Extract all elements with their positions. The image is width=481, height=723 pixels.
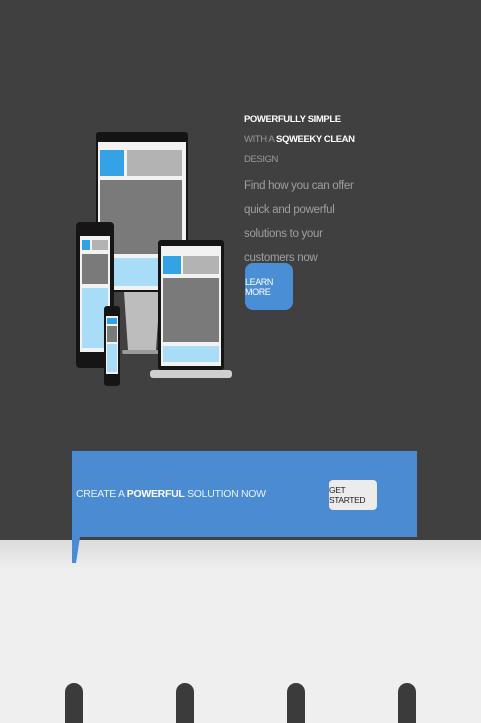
- get-started-button[interactable]: GET STARTED: [329, 480, 377, 510]
- learn-more-button[interactable]: LEARN MORE: [245, 263, 293, 310]
- cta-banner-text: CREATE A POWERFUL SOLUTION NOW: [76, 488, 266, 500]
- feature-circle-3: [287, 683, 305, 723]
- cta-text-start: CREATE A: [76, 488, 127, 500]
- cta-banner: CREATE A POWERFUL SOLUTION NOW GET START…: [72, 451, 417, 537]
- laptop-icon: [150, 240, 232, 378]
- hero-tagline: Find how you can offer quick and powerfu…: [244, 180, 354, 264]
- heading-strong-1: POWERFULLY SIMPLE: [244, 114, 341, 125]
- hero-heading: POWERFULLY SIMPLE WITH A SQWEEKY CLEAN D…: [244, 110, 364, 170]
- heading-strong-2: SQWEEKY CLEAN: [276, 134, 355, 145]
- cta-text-end: SOLUTION NOW: [184, 488, 266, 500]
- feature-circle-1: [65, 683, 83, 723]
- phone-icon: [104, 306, 120, 386]
- heading-light-2: DESIGN: [244, 154, 279, 165]
- banner-tail: [72, 537, 80, 563]
- responsive-devices-illustration: [76, 132, 232, 386]
- cta-text-bold: POWERFUL: [126, 488, 185, 500]
- heading-light-1: WITH A: [244, 134, 277, 145]
- feature-circle-4: [398, 683, 416, 723]
- feature-circle-2: [176, 683, 194, 723]
